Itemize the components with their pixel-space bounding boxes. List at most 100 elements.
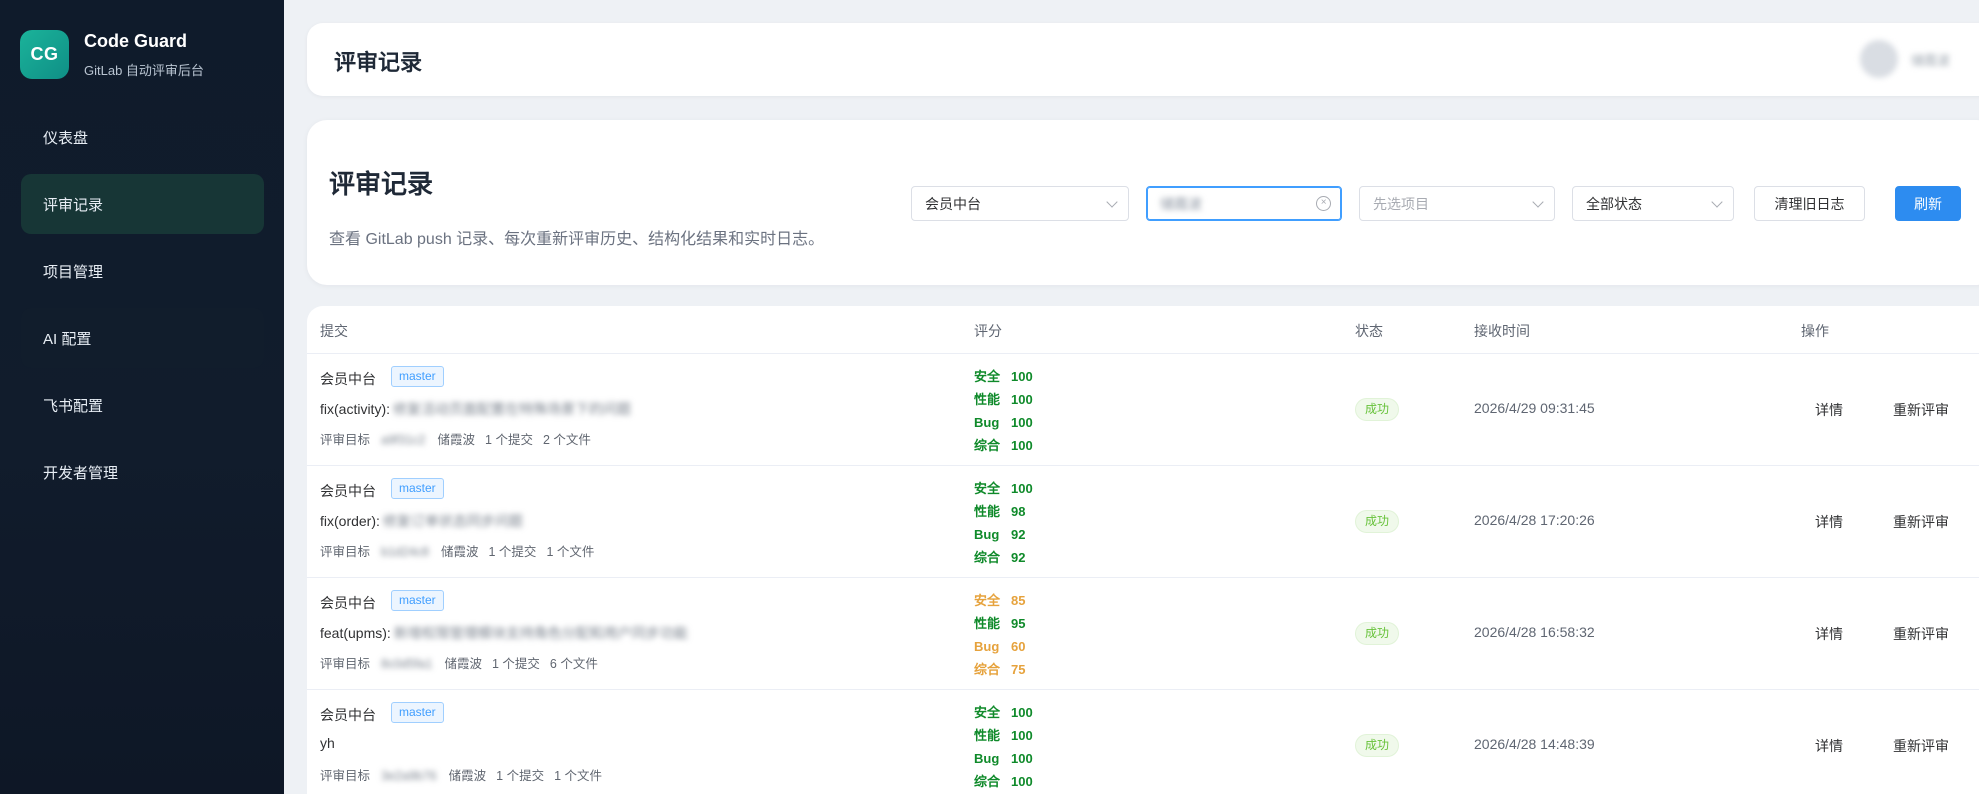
sidebar-item-developers[interactable]: 开发者管理: [21, 442, 264, 502]
received-time: 2026/4/28 14:48:39: [1474, 736, 1595, 752]
project-name: 会员中台: [320, 483, 376, 499]
filter-card: 评审记录 查看 GitLab push 记录、每次重新评审历史、结构化结果和实时…: [307, 120, 1979, 285]
table-row[interactable]: 会员中台 master yh 评审目标 3e2a9b76 储霞波 1 个提交 1 个文件…: [307, 690, 1979, 794]
sidebar-nav: 仪表盘 评审记录 项目管理 AI 配置 飞书配置 开发者管理: [21, 107, 264, 509]
score-overall: 综合 92: [974, 550, 1026, 565]
score-security: 安全 100: [974, 369, 1033, 384]
project-name: 会员中台: [320, 371, 376, 387]
project-name: 会员中台: [320, 707, 376, 723]
commit-author: 储霞波: [437, 433, 476, 447]
file-count: 1 个文件: [554, 769, 603, 783]
brand-logo: CG: [20, 30, 69, 79]
score-performance: 性能 100: [974, 728, 1033, 743]
branch-tag: master: [391, 366, 444, 387]
review-target-label: 评审目标: [320, 433, 371, 447]
brand: CG Code Guard GitLab 自动评审后台: [20, 30, 204, 79]
score-overall: 综合 75: [974, 662, 1026, 677]
avatar[interactable]: [1860, 40, 1898, 78]
score-list: 安全 100 性能 100 Bug 100 综合 100: [974, 365, 1033, 457]
commit-prefix: feat(upms):: [320, 625, 391, 641]
table-row[interactable]: 会员中台 master feat(upms): 新增权限管理模块支持角色分配和用户…: [307, 578, 1979, 690]
group-select[interactable]: 会员中台: [911, 186, 1129, 221]
commit-meta: 评审目标 8c0d5fa1 储霞波 1 个提交 6 个文件: [320, 653, 608, 672]
commit-meta: 评审目标 a9f31c2 储霞波 1 个提交 2 个文件: [320, 429, 601, 448]
column-header-score: 评分: [974, 323, 1002, 339]
rereview-link[interactable]: 重新评审: [1893, 400, 1949, 420]
received-time: 2026/4/28 16:58:32: [1474, 624, 1595, 640]
received-time: 2026/4/29 09:31:45: [1474, 400, 1595, 416]
commit-message-body: 新增权限管理模块支持角色分配和用户同步功能: [393, 625, 688, 641]
status-select-value: 全部状态: [1586, 195, 1642, 212]
review-target-hash: 8c0d5fa1: [381, 657, 433, 671]
commit-count: 1 个提交: [491, 657, 540, 671]
sidebar-item-dashboard[interactable]: 仪表盘: [21, 107, 264, 167]
commit-meta: 评审目标 b1d24c8 储霞波 1 个提交 1 个文件: [320, 541, 604, 560]
column-header-actions: 操作: [1801, 323, 1829, 339]
sidebar-item-feishu-config[interactable]: 飞书配置: [21, 375, 264, 435]
commit-author: 储霞波: [440, 545, 479, 559]
brand-subtitle: GitLab 自动评审后台: [84, 62, 204, 78]
score-overall: 综合 100: [974, 438, 1033, 453]
score-bug: Bug 100: [974, 415, 1033, 430]
header-username[interactable]: 储霞波: [1911, 50, 1950, 69]
detail-link[interactable]: 详情: [1815, 736, 1843, 756]
rereview-link[interactable]: 重新评审: [1893, 512, 1949, 532]
clear-icon[interactable]: ×: [1316, 196, 1331, 211]
project-select-placeholder: 先选项目: [1373, 195, 1429, 212]
refresh-button[interactable]: 刷新: [1895, 186, 1961, 221]
table-row[interactable]: 会员中台 master fix(activity): 修复活动页面配置在特殊场景下…: [307, 354, 1979, 466]
commit-message-body: 修复订单状态同步问题: [382, 513, 523, 529]
score-bug: Bug 100: [974, 751, 1033, 766]
file-count: 1 个文件: [546, 545, 595, 559]
column-header-status: 状态: [1355, 323, 1383, 339]
review-target-label: 评审目标: [320, 545, 371, 559]
score-security: 安全 100: [974, 705, 1033, 720]
score-performance: 性能 95: [974, 616, 1026, 631]
top-header: 评审记录 储霞波: [307, 23, 1979, 96]
sidebar-item-review-records[interactable]: 评审记录: [21, 174, 264, 234]
file-count: 6 个文件: [549, 657, 598, 671]
status-badge: 成功: [1355, 398, 1400, 421]
score-performance: 性能 100: [974, 392, 1033, 407]
status-select[interactable]: 全部状态: [1572, 186, 1734, 221]
rereview-link[interactable]: 重新评审: [1893, 624, 1949, 644]
score-bug: Bug 60: [974, 639, 1026, 654]
commit-message-body: 修复活动页面配置在特殊场景下的问题: [393, 401, 631, 417]
detail-link[interactable]: 详情: [1815, 512, 1843, 532]
received-time: 2026/4/28 17:20:26: [1474, 512, 1595, 528]
commit-count: 1 个提交: [488, 545, 537, 559]
score-overall: 综合 100: [974, 774, 1033, 789]
sidebar-item-projects[interactable]: 项目管理: [21, 241, 264, 301]
column-header-received-time: 接收时间: [1474, 323, 1530, 339]
file-count: 2 个文件: [542, 433, 591, 447]
status-badge: 成功: [1355, 510, 1400, 533]
project-select[interactable]: 先选项目: [1359, 186, 1555, 221]
review-target-hash: b1d24c8: [381, 545, 429, 559]
brand-title: Code Guard: [84, 30, 188, 51]
review-target-label: 评审目标: [320, 657, 371, 671]
commit-message: feat(upms): 新增权限管理模块支持角色分配和用户同步功能: [320, 623, 688, 643]
detail-link[interactable]: 详情: [1815, 624, 1843, 644]
sidebar-item-ai-config[interactable]: AI 配置: [21, 308, 264, 368]
commit-message: fix(order): 修复订单状态同步问题: [320, 511, 523, 531]
developer-input[interactable]: 储霞波 ×: [1146, 186, 1342, 221]
detail-link[interactable]: 详情: [1815, 400, 1843, 420]
header-title: 评审记录: [334, 50, 423, 75]
chevron-down-icon: [1711, 196, 1723, 208]
review-target-hash: a9f31c2: [381, 433, 426, 447]
score-performance: 性能 98: [974, 504, 1026, 519]
score-security: 安全 85: [974, 593, 1026, 608]
project-name: 会员中台: [320, 595, 376, 611]
branch-tag: master: [391, 478, 444, 499]
column-header-commit: 提交: [320, 323, 348, 339]
table-row[interactable]: 会员中台 master fix(order): 修复订单状态同步问题 评审目标 b1…: [307, 466, 1979, 578]
rereview-link[interactable]: 重新评审: [1893, 736, 1949, 756]
chevron-down-icon: [1106, 196, 1118, 208]
page-title: 评审记录: [329, 169, 434, 199]
branch-tag: master: [391, 590, 444, 611]
score-list: 安全 100 性能 100 Bug 100 综合 100: [974, 701, 1033, 793]
clean-logs-button[interactable]: 清理旧日志: [1754, 186, 1865, 221]
sidebar: CG Code Guard GitLab 自动评审后台 仪表盘 评审记录 项目管…: [0, 0, 284, 794]
group-select-value: 会员中台: [925, 195, 981, 212]
score-bug: Bug 92: [974, 527, 1026, 542]
